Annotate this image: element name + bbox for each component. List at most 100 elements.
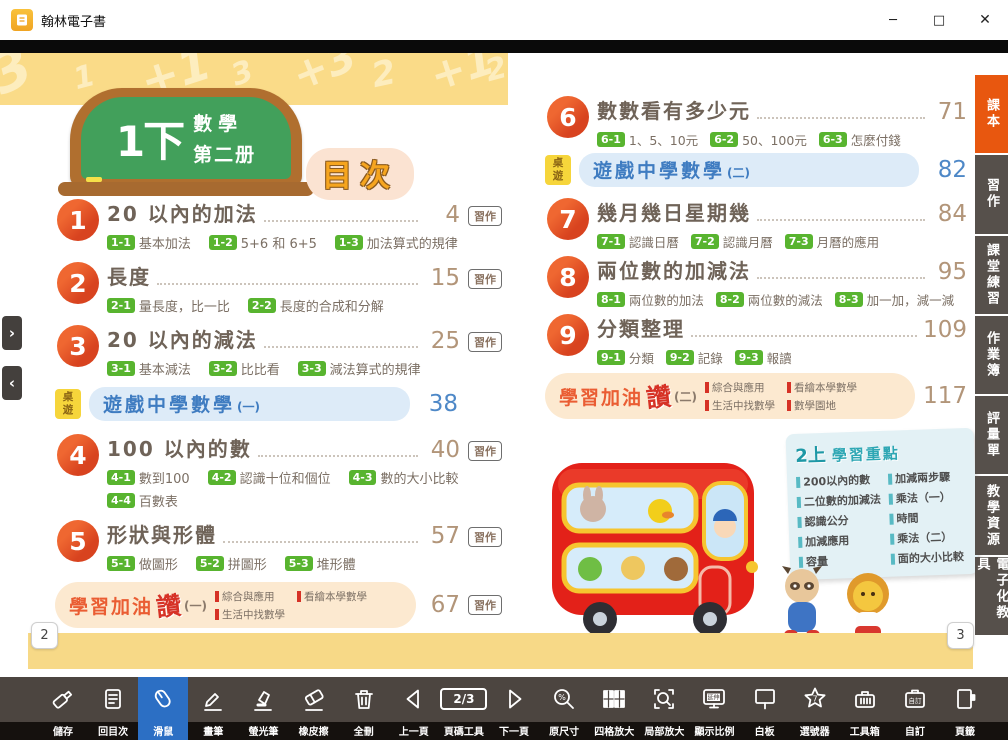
toolbar-zoom-area-button[interactable]: 局部放大: [639, 677, 689, 740]
toolbar-toolbox-button[interactable]: 工具箱: [840, 677, 890, 740]
toolbar-page-tab-button[interactable]: 頁籤: [940, 677, 990, 740]
toolbar-mouse-button[interactable]: 滑鼠: [138, 677, 188, 740]
sidebar-tab-教學資源[interactable]: 教學資源: [975, 476, 1008, 554]
section-item[interactable]: 1-1 基本加法: [107, 233, 205, 252]
sidebar-tab-課堂練習[interactable]: 課堂練習: [975, 236, 1008, 314]
section-item[interactable]: 8-3 加一加，減一減: [835, 290, 962, 309]
board-game-row[interactable]: 桌遊 遊戲中學數學 (二) 82: [545, 153, 967, 187]
chapter-title[interactable]: 分類整理: [597, 313, 685, 342]
workbook-badge[interactable]: 習作: [468, 441, 502, 461]
boost-page-number[interactable]: 117: [923, 383, 967, 409]
workbook-badge[interactable]: 習作: [468, 527, 502, 547]
chapter-title[interactable]: 20 以內的加法: [107, 198, 258, 227]
toolbar-highlighter-button[interactable]: 螢光筆: [238, 677, 288, 740]
close-button[interactable]: ✕: [962, 0, 1008, 40]
toc-chapter-row[interactable]: 5 形狀與形體 57 習作 5-1 做圖形 5-2 拼圖形 5-3 堆形體: [55, 519, 502, 573]
toolbar-prev-button[interactable]: 上一頁: [389, 677, 439, 740]
toolbar-usb-save-button[interactable]: 儲存: [38, 677, 88, 740]
section-item[interactable]: 9-3 報讀: [735, 348, 800, 367]
board-game-row[interactable]: 桌遊 遊戲中學數學 (一) 38: [55, 387, 502, 421]
toolbar-trash-button[interactable]: 全刪: [339, 677, 389, 740]
toolbar-eraser-button[interactable]: 橡皮擦: [289, 677, 339, 740]
section-item[interactable]: 5-1 做圖形: [107, 554, 192, 573]
section-item[interactable]: 3-3 減法算式的規律: [298, 359, 435, 378]
section-item[interactable]: 1-2 5+6 和 6+5: [209, 233, 331, 252]
sidebar-tab-作業簿[interactable]: 作業簿: [975, 316, 1008, 394]
chapter-title[interactable]: 兩位數的加減法: [597, 255, 751, 284]
section-item[interactable]: 5-2 拼圖形: [196, 554, 281, 573]
maximize-button[interactable]: □: [916, 0, 962, 40]
chapter-title[interactable]: 幾月幾日星期幾: [597, 197, 751, 226]
section-item[interactable]: 6-3 怎麼付錢: [819, 130, 909, 149]
page-number-indicator[interactable]: 2/3: [440, 688, 487, 710]
workbook-badge[interactable]: 習作: [468, 332, 502, 352]
toolbar-display-ratio-button[interactable]: 延伸 顯示比例: [689, 677, 739, 740]
section-item[interactable]: 4-3 數的大小比較: [349, 468, 473, 487]
section-item[interactable]: 8-2 兩位數的減法: [716, 290, 831, 309]
chapter-page-number[interactable]: 4: [424, 204, 460, 227]
workbook-badge[interactable]: 習作: [468, 269, 502, 289]
section-item[interactable]: 7-2 認識月曆: [691, 232, 781, 251]
chapter-page-number[interactable]: 40: [424, 439, 460, 462]
chapter-title[interactable]: 形狀與形體: [107, 519, 217, 548]
chapter-page-number[interactable]: 57: [424, 525, 460, 548]
workbook-badge[interactable]: 習作: [468, 595, 502, 615]
chapter-page-number[interactable]: 15: [424, 267, 460, 290]
boost-row[interactable]: 學習加油 讚 (一) 綜合與應用生活中找數學看繪本學數學 67 習作: [55, 582, 502, 628]
sidebar-tab-電子化教具[interactable]: 電子化教具: [975, 557, 1008, 635]
toc-chapter-row[interactable]: 1 20 以內的加法 4 習作 1-1 基本加法 1-2 5+6 和 6+5 1…: [55, 198, 502, 252]
section-item[interactable]: 4-4 百數表: [107, 491, 192, 510]
panel-collapse-button[interactable]: ‹: [2, 366, 22, 400]
chapter-page-number[interactable]: 109: [923, 319, 967, 342]
minimize-button[interactable]: ─: [870, 0, 916, 40]
section-item[interactable]: 7-1 認識日曆: [597, 232, 687, 251]
toc-chapter-row[interactable]: 4 100 以內的數 40 習作 4-1 數到100 4-2 認識十位和個位 4…: [55, 433, 502, 510]
section-item[interactable]: 9-1 分類: [597, 348, 662, 367]
sidebar-tab-習作[interactable]: 習作: [975, 155, 1008, 233]
chapter-page-number[interactable]: 95: [931, 261, 967, 284]
chapter-page-number[interactable]: 84: [931, 203, 967, 226]
sidebar-tab-課本[interactable]: 課本: [975, 75, 1008, 153]
chapter-title[interactable]: 長度: [107, 261, 151, 290]
section-item[interactable]: 3-2 比比看: [209, 359, 294, 378]
chapter-title[interactable]: 100 以內的數: [107, 433, 252, 462]
panel-expand-button[interactable]: ›: [2, 316, 22, 350]
toolbar-toc-button[interactable]: 回目次: [88, 677, 138, 740]
toc-chapter-row[interactable]: 8 兩位數的加減法 95 8-1 兩位數的加法 8-2 兩位數的減法 8-3 加…: [545, 255, 967, 309]
section-item[interactable]: 8-1 兩位數的加法: [597, 290, 712, 309]
board-game-title[interactable]: 遊戲中學數學: [103, 390, 235, 417]
toc-chapter-row[interactable]: 6 數數看有多少元 71 6-1 1、5、10元 6-2 50、100元 6-3…: [545, 95, 967, 149]
section-item[interactable]: 4-2 認識十位和個位: [208, 468, 345, 487]
toc-chapter-row[interactable]: 3 20 以內的減法 25 習作 3-1 基本減法 3-2 比比看 3-3 減法…: [55, 324, 502, 378]
section-item[interactable]: 6-2 50、100元: [710, 130, 815, 149]
toolbar-grid4-button[interactable]: 四格放大: [589, 677, 639, 740]
page-number-badge-right[interactable]: 3: [947, 622, 974, 649]
section-item[interactable]: 2-1 量長度，比一比: [107, 296, 244, 315]
toolbar-custom-button[interactable]: 自訂 自訂: [890, 677, 940, 740]
workbook-badge[interactable]: 習作: [468, 206, 502, 226]
section-item[interactable]: 9-2 記錄: [666, 348, 731, 367]
chapter-page-number[interactable]: 25: [424, 330, 460, 353]
section-item[interactable]: 1-3 加法算式的規律: [335, 233, 472, 252]
page-number-badge-left[interactable]: 2: [31, 622, 58, 649]
chapter-title[interactable]: 數數看有多少元: [597, 95, 751, 124]
section-item[interactable]: 2-2 長度的合成和分解: [248, 296, 398, 315]
boost-row[interactable]: 學習加油 讚 (二) 綜合與應用生活中找數學看繪本學數學數學園地 117: [545, 373, 967, 419]
toc-chapter-row[interactable]: 9 分類整理 109 9-1 分類 9-2 記錄 9-3 報讀: [545, 313, 967, 367]
board-game-title[interactable]: 遊戲中學數學: [593, 156, 725, 183]
toc-chapter-row[interactable]: 2 長度 15 習作 2-1 量長度，比一比 2-2 長度的合成和分解: [55, 261, 502, 315]
board-game-page-number[interactable]: 82: [931, 157, 967, 183]
section-item[interactable]: 6-1 1、5、10元: [597, 130, 706, 149]
toolbar-pen-button[interactable]: 畫筆: [188, 677, 238, 740]
chapter-page-number[interactable]: 71: [931, 101, 967, 124]
board-game-page-number[interactable]: 38: [422, 391, 458, 417]
chapter-title[interactable]: 20 以內的減法: [107, 324, 258, 353]
section-item[interactable]: 5-3 堆形體: [285, 554, 370, 573]
section-item[interactable]: 4-1 數到100: [107, 468, 204, 487]
toolbar-reward-star-button[interactable]: 7 選號器: [790, 677, 840, 740]
sidebar-tab-評量單[interactable]: 評量單: [975, 396, 1008, 474]
toolbar-zoom-reset-button[interactable]: % 原尺寸: [539, 677, 589, 740]
section-item[interactable]: 3-1 基本減法: [107, 359, 205, 378]
toolbar-whiteboard-button[interactable]: 白板: [740, 677, 790, 740]
toolbar-next-button[interactable]: 下一頁: [489, 677, 539, 740]
